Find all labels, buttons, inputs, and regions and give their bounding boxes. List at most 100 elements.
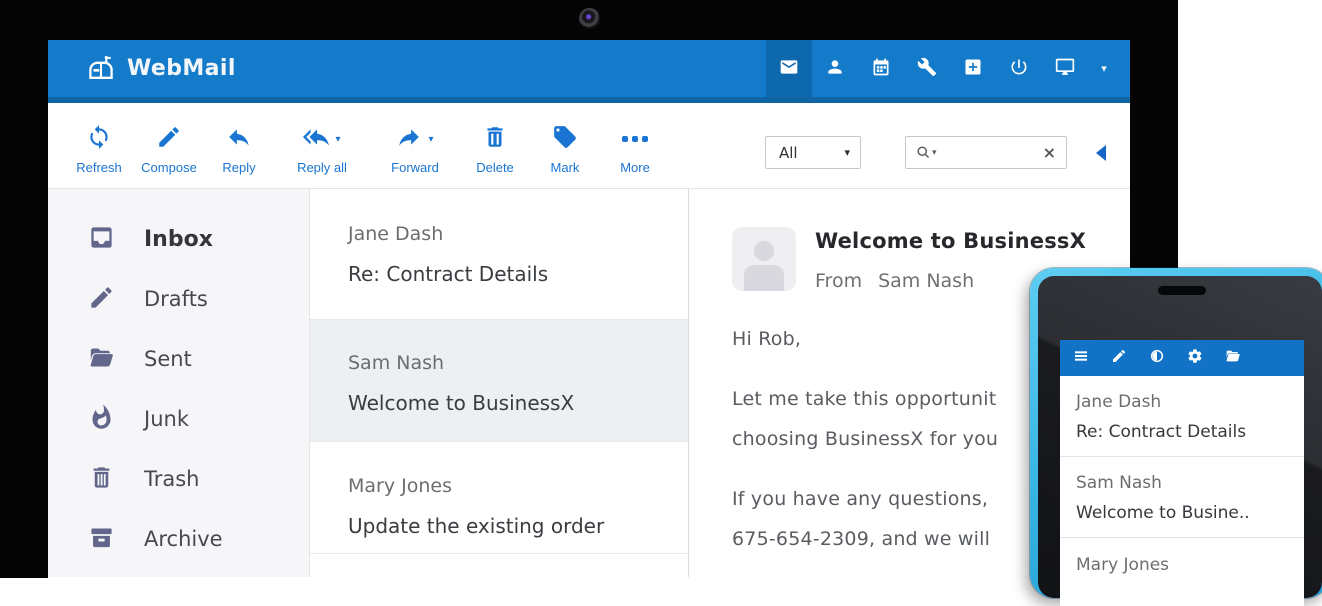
user-icon bbox=[825, 57, 845, 81]
compose-button[interactable]: Compose bbox=[134, 125, 204, 175]
pencil-icon bbox=[88, 284, 115, 315]
search-input[interactable] bbox=[941, 144, 1043, 162]
contacts-nav-button[interactable] bbox=[812, 40, 858, 97]
avatar bbox=[732, 227, 796, 291]
message-row[interactable]: Mary Jones Update the existing order bbox=[310, 442, 688, 554]
app-header: WebMail bbox=[48, 40, 1130, 103]
mobile-message-row[interactable]: Jane Dash Re: Contract Details bbox=[1060, 376, 1304, 457]
wrench-icon bbox=[917, 57, 937, 81]
collapse-pane-icon[interactable] bbox=[1096, 145, 1106, 161]
mark-button[interactable]: Mark bbox=[530, 125, 600, 175]
trash-icon bbox=[88, 464, 115, 495]
refresh-button[interactable]: Refresh bbox=[64, 125, 134, 175]
webmail-window: WebMail bbox=[48, 40, 1130, 578]
ellipsis-icon bbox=[622, 136, 648, 142]
reply-all-button[interactable]: ▾ Reply all bbox=[274, 125, 370, 175]
header-nav: ▾ bbox=[766, 40, 1120, 97]
search-box[interactable]: ▾ × bbox=[905, 136, 1067, 169]
monitor-bezel: WebMail bbox=[0, 0, 1178, 578]
message-subject: Update the existing order bbox=[348, 514, 672, 538]
mobile-message-row[interactable]: Mary Jones bbox=[1060, 538, 1304, 575]
menu-icon[interactable] bbox=[1073, 348, 1089, 368]
reply-all-icon bbox=[303, 124, 329, 154]
sidebar-item-label: Junk bbox=[144, 407, 189, 431]
power-icon bbox=[1009, 57, 1029, 81]
webcam bbox=[579, 8, 600, 29]
mail-toolbar: Refresh Compose Reply ▾ bbox=[48, 103, 1130, 189]
reply-icon bbox=[226, 124, 252, 154]
logout-nav-button[interactable] bbox=[996, 40, 1042, 97]
sidebar-item-drafts[interactable]: Drafts bbox=[48, 269, 309, 329]
app-logo: WebMail bbox=[48, 54, 236, 84]
sidebar-item-label: Drafts bbox=[144, 287, 208, 311]
message-row[interactable]: Jane Dash Re: Contract Details bbox=[310, 189, 688, 320]
mobile-message-sender: Jane Dash bbox=[1076, 392, 1294, 412]
eye-icon[interactable] bbox=[1149, 348, 1165, 368]
button-label: Forward bbox=[391, 160, 439, 175]
settings-nav-button[interactable] bbox=[904, 40, 950, 97]
mail-nav-button[interactable] bbox=[766, 40, 812, 97]
button-label: Delete bbox=[476, 160, 514, 175]
caret-down-icon: ▾ bbox=[932, 148, 937, 158]
page: { "app": { "title": "WebMail" }, "header… bbox=[0, 0, 1322, 578]
reply-button[interactable]: Reply bbox=[204, 125, 274, 175]
flame-icon bbox=[88, 404, 115, 435]
refresh-icon bbox=[86, 124, 112, 154]
folder-open-icon bbox=[88, 344, 115, 375]
message-sender: Jane Dash bbox=[348, 223, 672, 245]
phone: Jane Dash Re: Contract Details Sam Nash … bbox=[1030, 268, 1322, 598]
more-button[interactable]: More bbox=[600, 125, 670, 175]
sidebar-item-sent[interactable]: Sent bbox=[48, 329, 309, 389]
email-sender: Sam Nash bbox=[878, 270, 974, 292]
message-list: Jane Dash Re: Contract Details Sam Nash … bbox=[310, 189, 689, 577]
search-icon[interactable]: ▾ bbox=[916, 145, 937, 160]
sidebar-item-archive[interactable]: Archive bbox=[48, 509, 309, 569]
message-subject: Welcome to BusinessX bbox=[348, 391, 672, 415]
app-title: WebMail bbox=[127, 56, 236, 81]
tag-icon bbox=[552, 124, 578, 154]
display-icon bbox=[1055, 57, 1075, 81]
mobile-message-subject: Welcome to Busine.. bbox=[1076, 503, 1294, 523]
gear-icon[interactable] bbox=[1187, 348, 1203, 368]
mobile-message-row[interactable]: Sam Nash Welcome to Busine.. bbox=[1060, 457, 1304, 538]
forward-button[interactable]: ▾ Forward bbox=[370, 125, 460, 175]
trash-icon bbox=[482, 124, 508, 154]
phone-bezel: Jane Dash Re: Contract Details Sam Nash … bbox=[1038, 276, 1322, 598]
inbox-icon bbox=[88, 224, 115, 255]
caret-down-icon[interactable]: ▾ bbox=[428, 134, 433, 145]
header-caret-down-icon[interactable]: ▾ bbox=[1088, 40, 1120, 97]
pencil-icon[interactable] bbox=[1111, 348, 1127, 368]
message-row-selected[interactable]: Sam Nash Welcome to BusinessX bbox=[310, 320, 688, 442]
sidebar-item-trash[interactable]: Trash bbox=[48, 449, 309, 509]
caret-down-icon[interactable]: ▾ bbox=[335, 134, 340, 145]
phone-screen: Jane Dash Re: Contract Details Sam Nash … bbox=[1060, 340, 1304, 606]
pencil-icon bbox=[156, 124, 182, 154]
sidebar-item-label: Archive bbox=[144, 527, 223, 551]
forward-icon bbox=[396, 124, 422, 154]
clear-search-icon[interactable]: × bbox=[1043, 143, 1056, 162]
mobile-message-sender: Sam Nash bbox=[1076, 473, 1294, 493]
mail-icon bbox=[779, 57, 799, 81]
folder-open-icon[interactable] bbox=[1225, 348, 1241, 368]
filter-dropdown[interactable]: All ▾ bbox=[765, 136, 861, 169]
button-label: Reply all bbox=[297, 160, 347, 175]
button-label: Refresh bbox=[76, 160, 122, 175]
delete-button[interactable]: Delete bbox=[460, 125, 530, 175]
from-label: From bbox=[815, 270, 862, 292]
phone-earpiece bbox=[1158, 286, 1206, 295]
display-nav-button[interactable] bbox=[1042, 40, 1088, 97]
caret-down-icon: ▾ bbox=[844, 146, 850, 159]
mobile-message-sender: Mary Jones bbox=[1076, 555, 1294, 575]
button-label: Compose bbox=[141, 160, 197, 175]
calendar-nav-button[interactable] bbox=[858, 40, 904, 97]
button-label: More bbox=[620, 160, 650, 175]
mobile-toolbar bbox=[1060, 340, 1304, 376]
folder-sidebar: Inbox Drafts Sent bbox=[48, 189, 310, 577]
archive-icon bbox=[88, 524, 115, 555]
sidebar-item-inbox[interactable]: Inbox bbox=[48, 209, 309, 269]
add-nav-button[interactable] bbox=[950, 40, 996, 97]
sidebar-item-junk[interactable]: Junk bbox=[48, 389, 309, 449]
mail-main: Inbox Drafts Sent bbox=[48, 189, 1130, 577]
mobile-message-subject: Re: Contract Details bbox=[1076, 422, 1294, 442]
add-icon bbox=[963, 57, 983, 81]
